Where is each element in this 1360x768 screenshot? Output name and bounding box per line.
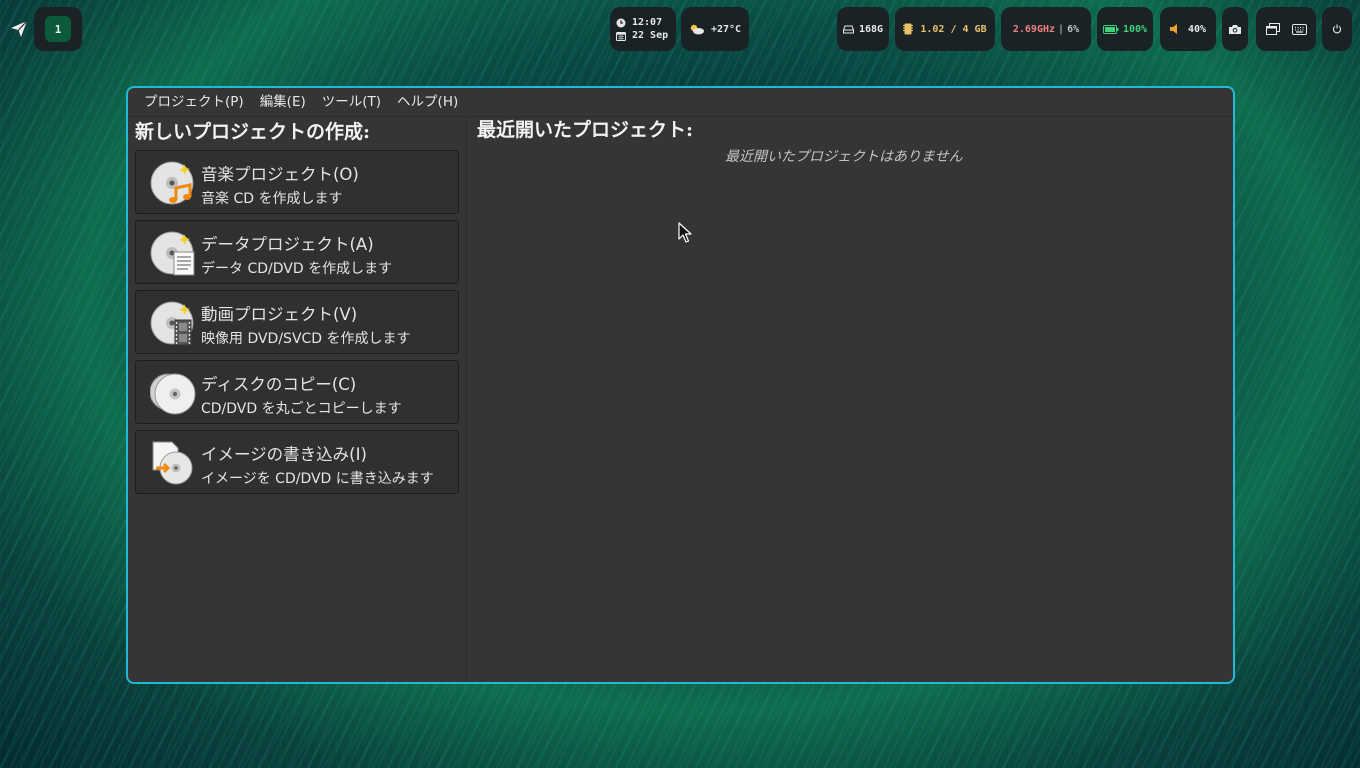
video-project-desc: 映像用 DVD/SVCD を作成します [201, 331, 411, 347]
project-action-list: 音楽プロジェクト(O) 音楽 CD を作成します データプロジェクト(A) デー… [135, 150, 459, 494]
cpu-frequency: 2.69GHz [1012, 23, 1056, 35]
menu-help[interactable]: ヘルプ(H) [389, 88, 466, 116]
cpu-widget[interactable]: 2.69GHz | 6% [1001, 7, 1091, 51]
recent-projects-empty-message: 最近開いたプロジェクトはありません [725, 149, 963, 165]
clock-time: 12:07 [632, 17, 663, 28]
cpu-separator: | [1058, 23, 1065, 35]
memory-usage: 1.02 / 4 GB [920, 23, 987, 35]
image-burn-icon [152, 441, 193, 485]
data-project-desc: データ CD/DVD を作成します [201, 261, 393, 277]
power-icon [1332, 24, 1342, 34]
data-project-button[interactable]: データプロジェクト(A) データ CD/DVD を作成します [135, 220, 459, 284]
weather-temp: +27°C [710, 23, 742, 35]
battery-widget[interactable]: 100% [1097, 7, 1153, 51]
menu-project[interactable]: プロジェクト(P) [136, 88, 252, 116]
battery-icon [1102, 24, 1119, 34]
disk-widget[interactable]: 168G [837, 7, 889, 51]
image-burn-button[interactable]: イメージの書き込み(I) イメージを CD/DVD に書き込みます [135, 430, 459, 494]
speaker-icon [1169, 24, 1177, 34]
video-project-button[interactable]: 動画プロジェクト(V) 映像用 DVD/SVCD を作成します [135, 290, 459, 354]
windows-overview-icon[interactable] [1265, 23, 1280, 35]
disc-copy-icon [150, 373, 196, 415]
power-button[interactable] [1322, 7, 1352, 51]
audio-project-button[interactable]: 音楽プロジェクト(O) 音楽 CD を作成します [135, 150, 459, 214]
recent-projects-pane: 最近開いたプロジェクト: 最近開いたプロジェクトはありません [467, 116, 1233, 682]
disc-copy-button[interactable]: ディスクのコピー(C) CD/DVD を丸ごとコピーします [135, 360, 459, 424]
disk-free: 168G [858, 23, 884, 35]
video-project-title: 動画プロジェクト(V) [201, 305, 358, 324]
audio-project-desc: 音楽 CD を作成します [201, 191, 343, 207]
memory-chip-icon [903, 23, 914, 35]
clock-icon [616, 18, 626, 27]
data-project-title: データプロジェクト(A) [201, 235, 374, 254]
send-icon[interactable] [10, 20, 28, 38]
weather-widget[interactable]: +27°C [681, 7, 749, 51]
disc-copy-desc: CD/DVD を丸ごとコピーします [201, 401, 402, 417]
keyboard-icon[interactable] [1291, 23, 1307, 35]
workspace-button-1[interactable]: 1 [45, 16, 71, 42]
volume-widget[interactable]: 40% [1160, 7, 1216, 51]
menu-bar: プロジェクト(P) 編集(E) ツール(T) ヘルプ(H) [128, 88, 1233, 117]
camera-icon [1229, 24, 1241, 34]
data-cd-icon [150, 231, 195, 276]
new-project-pane: 新しいプロジェクトの作成: 音楽プロジェクト(O) 音楽 CD を作成します デ… [128, 116, 467, 682]
battery-level: 100% [1122, 23, 1148, 35]
image-burn-title: イメージの書き込み(I) [201, 445, 367, 464]
image-burn-desc: イメージを CD/DVD に書き込みます [201, 471, 434, 487]
screenshot-button[interactable] [1222, 7, 1248, 51]
audio-project-title: 音楽プロジェクト(O) [201, 165, 359, 184]
partly-cloudy-icon [690, 24, 704, 35]
calendar-icon [616, 31, 626, 41]
video-disc-icon [150, 301, 194, 346]
workspace-switcher: 1 [34, 7, 82, 51]
new-project-heading: 新しいプロジェクトの作成: [135, 121, 371, 143]
audio-cd-icon [150, 161, 194, 205]
app-window: プロジェクト(P) 編集(E) ツール(T) ヘルプ(H) 新しいプロジェクトの… [126, 86, 1235, 684]
window-tools [1256, 7, 1316, 51]
disc-copy-title: ディスクのコピー(C) [201, 375, 357, 394]
clock-date: 22 Sep [632, 30, 669, 41]
memory-widget[interactable]: 1.02 / 4 GB [895, 7, 995, 51]
menu-tools[interactable]: ツール(T) [314, 88, 389, 116]
hard-drive-icon [842, 25, 854, 33]
clock-widget[interactable]: 12:07 22 Sep [610, 7, 676, 51]
volume-level: 40% [1187, 23, 1207, 35]
recent-projects-heading: 最近開いたプロジェクト: [477, 119, 694, 141]
cpu-usage: 6% [1067, 23, 1080, 35]
mouse-pointer-icon [678, 222, 692, 243]
menu-edit[interactable]: 編集(E) [252, 88, 314, 116]
